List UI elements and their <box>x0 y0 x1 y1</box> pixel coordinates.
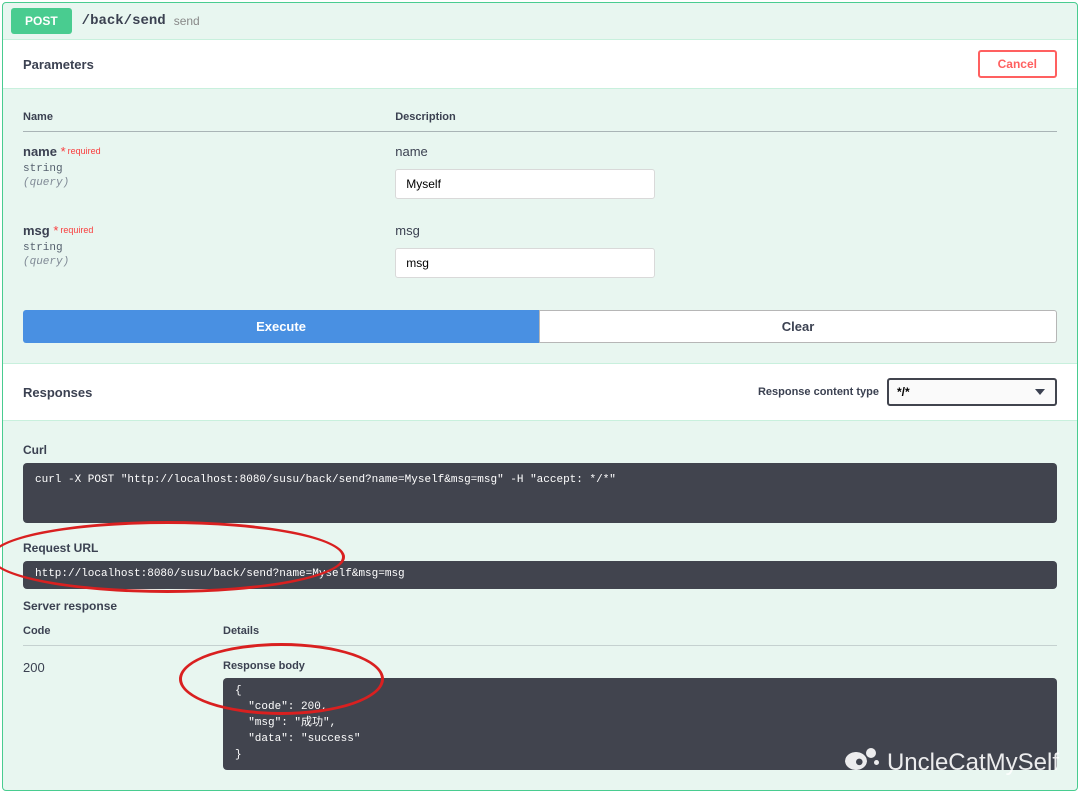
clear-button[interactable]: Clear <box>539 310 1057 343</box>
param-location: (query) <box>23 256 395 268</box>
param-input-msg[interactable] <box>395 248 655 278</box>
required-label: required <box>60 225 93 235</box>
server-response-label: Server response <box>23 599 1057 613</box>
param-input-name[interactable] <box>395 169 655 199</box>
param-name: msg <box>23 223 50 238</box>
watermark: UncleCatMySelf <box>845 748 1059 778</box>
response-body-label: Response body <box>223 660 1057 672</box>
param-description: msg <box>395 223 1057 238</box>
param-name: name <box>23 144 57 159</box>
param-row: msg *required string (query) msg <box>23 211 1057 290</box>
param-row: name *required string (query) name <box>23 132 1057 212</box>
parameters-table: Name Description name *required string (… <box>23 99 1057 290</box>
responses-title: Responses <box>23 385 92 400</box>
details-col-header: Details <box>223 625 1057 646</box>
http-method-badge: POST <box>11 8 72 34</box>
required-star-icon: * <box>50 223 59 238</box>
wechat-icon <box>845 748 879 778</box>
request-url-label: Request URL <box>23 541 1057 555</box>
response-code: 200 <box>23 660 223 675</box>
responses-header: Responses Response content type */* <box>3 363 1077 421</box>
param-type: string <box>23 163 395 175</box>
watermark-text: UncleCatMySelf <box>887 749 1059 777</box>
param-location: (query) <box>23 177 395 189</box>
parameters-header: Parameters Cancel <box>3 39 1077 89</box>
curl-label: Curl <box>23 443 1057 457</box>
content-type-select[interactable]: */* <box>887 378 1057 406</box>
endpoint-description: send <box>174 14 200 28</box>
operation-block: POST /back/send send Parameters Cancel N… <box>2 2 1078 791</box>
content-type-label: Response content type <box>758 386 879 398</box>
col-header-name: Name <box>23 99 395 132</box>
curl-output[interactable]: curl -X POST "http://localhost:8080/susu… <box>23 463 1057 523</box>
required-star-icon: * <box>57 144 66 159</box>
endpoint-path: /back/send <box>82 13 166 29</box>
execute-button[interactable]: Execute <box>23 310 539 343</box>
cancel-button[interactable]: Cancel <box>978 50 1057 78</box>
action-row: Execute Clear <box>3 310 1077 363</box>
parameters-title: Parameters <box>23 57 94 72</box>
code-col-header: Code <box>23 625 223 646</box>
param-description: name <box>395 144 1057 159</box>
col-header-description: Description <box>395 99 1057 132</box>
param-type: string <box>23 242 395 254</box>
request-url-output[interactable]: http://localhost:8080/susu/back/send?nam… <box>23 561 1057 589</box>
operation-summary[interactable]: POST /back/send send <box>3 3 1077 39</box>
required-label: required <box>68 146 101 156</box>
